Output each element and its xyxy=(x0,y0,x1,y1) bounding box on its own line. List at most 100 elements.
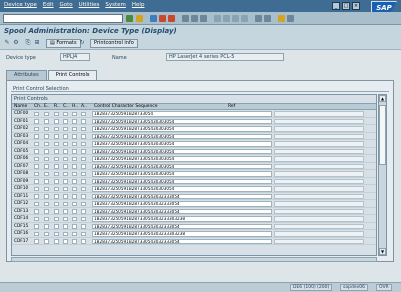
ref-field[interactable] xyxy=(274,216,364,222)
row-checkbox[interactable] xyxy=(72,126,77,131)
display-change-icon[interactable]: ✎ xyxy=(3,39,11,47)
formats-button[interactable]: ▤ Formats xyxy=(46,39,81,48)
row-checkbox[interactable] xyxy=(63,111,68,116)
row-checkbox[interactable] xyxy=(54,171,59,176)
row-checkbox[interactable] xyxy=(63,171,68,176)
control-sequence-field[interactable]: 1B28373250591B287330543032333054 xyxy=(92,193,272,199)
row-checkbox[interactable] xyxy=(81,126,86,131)
row-checkbox[interactable] xyxy=(54,216,59,221)
control-sequence-field[interactable]: 1B28373250591B287330543032333054 xyxy=(92,208,272,214)
row-checkbox[interactable] xyxy=(63,209,68,214)
help-icon[interactable] xyxy=(278,15,285,22)
ref-field[interactable] xyxy=(274,231,364,237)
table-row[interactable]: CDF16 1B28373250591B28733054303233303238 xyxy=(12,230,376,238)
menu-device-type[interactable]: Device type xyxy=(4,2,37,8)
ref-field[interactable] xyxy=(274,186,364,192)
row-checkbox[interactable] xyxy=(81,179,86,184)
row-checkbox[interactable] xyxy=(34,209,39,214)
table-row[interactable]: CDF04 1B28373250591B2873305430303054 xyxy=(12,140,376,148)
row-checkbox[interactable] xyxy=(54,186,59,191)
row-checkbox[interactable] xyxy=(63,201,68,206)
row-checkbox[interactable] xyxy=(63,149,68,154)
row-checkbox[interactable] xyxy=(81,186,86,191)
shortcut-icon[interactable] xyxy=(264,15,271,22)
scroll-down-icon[interactable]: ▼ xyxy=(379,248,386,255)
ref-field[interactable] xyxy=(274,238,364,244)
table-row[interactable]: CDF07 1B28373250591B2873305430303054 xyxy=(12,163,376,170)
row-checkbox[interactable] xyxy=(81,216,86,221)
row-checkbox[interactable] xyxy=(34,126,39,131)
row-checkbox[interactable] xyxy=(63,156,68,161)
row-checkbox[interactable] xyxy=(44,149,49,154)
control-sequence-field[interactable]: 1B28373250591B2873305430303054 xyxy=(92,141,272,147)
row-checkbox[interactable] xyxy=(63,179,68,184)
cancel-icon[interactable] xyxy=(168,15,175,22)
menu-edit[interactable]: Edit xyxy=(43,2,54,8)
row-checkbox[interactable] xyxy=(44,156,49,161)
table-row[interactable]: CDF01 1B28373250591B2873305430303054 xyxy=(12,118,376,125)
ref-field[interactable] xyxy=(274,193,364,199)
table-row[interactable]: CDF10 1B28373250591B2873305430303054 xyxy=(12,185,376,193)
ref-field[interactable] xyxy=(274,148,364,154)
row-checkbox[interactable] xyxy=(54,231,59,236)
table-row[interactable]: CDF17 1B28373250591B287330543032333054 xyxy=(12,238,376,245)
table-row[interactable]: CDF09 1B28373250591B2873305430303054 xyxy=(12,178,376,185)
control-sequence-field[interactable]: 1B28373250591B28733054303233303238 xyxy=(92,216,272,222)
command-field[interactable] xyxy=(3,14,123,23)
last-page-icon[interactable] xyxy=(241,15,248,22)
row-checkbox[interactable] xyxy=(54,111,59,116)
row-checkbox[interactable] xyxy=(72,179,77,184)
row-checkbox[interactable] xyxy=(44,201,49,206)
table-row[interactable]: CDF13 1B28373250591B287330543032333054 xyxy=(12,208,376,215)
row-checkbox[interactable] xyxy=(54,179,59,184)
where-used-icon[interactable]: ⊞ xyxy=(33,39,41,47)
row-checkbox[interactable] xyxy=(81,149,86,154)
refresh-icon[interactable]: ↻ xyxy=(78,39,86,47)
row-checkbox[interactable] xyxy=(54,201,59,206)
save-icon[interactable] xyxy=(136,15,143,22)
row-checkbox[interactable] xyxy=(54,119,59,124)
menu-system[interactable]: System xyxy=(105,2,126,8)
control-sequence-field[interactable]: 1B28373250591B2873305430303054 xyxy=(92,171,272,177)
row-checkbox[interactable] xyxy=(54,134,59,139)
row-checkbox[interactable] xyxy=(34,141,39,146)
print-icon[interactable] xyxy=(182,15,189,22)
row-checkbox[interactable] xyxy=(72,111,77,116)
row-checkbox[interactable] xyxy=(63,186,68,191)
row-checkbox[interactable] xyxy=(44,186,49,191)
row-checkbox[interactable] xyxy=(54,239,59,244)
horizontal-scrollbar[interactable] xyxy=(11,257,377,262)
ref-field[interactable] xyxy=(274,201,364,207)
first-page-icon[interactable] xyxy=(214,15,221,22)
row-checkbox[interactable] xyxy=(54,209,59,214)
row-checkbox[interactable] xyxy=(81,171,86,176)
row-checkbox[interactable] xyxy=(44,216,49,221)
row-checkbox[interactable] xyxy=(72,209,77,214)
row-checkbox[interactable] xyxy=(81,156,86,161)
ref-field[interactable] xyxy=(274,133,364,139)
control-sequence-field[interactable]: 1B28373250591B2873305430303054 xyxy=(92,148,272,154)
layout-icon[interactable] xyxy=(287,15,294,22)
maximize-icon[interactable]: □ xyxy=(342,2,350,10)
ref-field[interactable] xyxy=(274,156,364,162)
ref-field[interactable] xyxy=(274,111,364,117)
control-sequence-field[interactable]: 1B28373250591B2873305430303054 xyxy=(92,133,272,139)
table-row[interactable]: CDF02 1B28373250591B2873305430303054 xyxy=(12,125,376,133)
device-type-field[interactable]: HPLJ4 xyxy=(60,53,90,61)
row-checkbox[interactable] xyxy=(54,141,59,146)
row-checkbox[interactable] xyxy=(44,111,49,116)
row-checkbox[interactable] xyxy=(34,186,39,191)
table-row[interactable]: CDF03 1B28373250591B2873305430303054 xyxy=(12,133,376,140)
row-checkbox[interactable] xyxy=(72,171,77,176)
row-checkbox[interactable] xyxy=(44,209,49,214)
copy-icon[interactable]: ⎘ xyxy=(24,39,32,47)
row-checkbox[interactable] xyxy=(44,126,49,131)
row-checkbox[interactable] xyxy=(72,156,77,161)
row-checkbox[interactable] xyxy=(63,239,68,244)
row-checkbox[interactable] xyxy=(34,216,39,221)
row-checkbox[interactable] xyxy=(72,194,77,199)
row-checkbox[interactable] xyxy=(72,216,77,221)
row-checkbox[interactable] xyxy=(81,111,86,116)
control-sequence-field[interactable]: 1B28373250591B2873305430303054 xyxy=(92,118,272,124)
row-checkbox[interactable] xyxy=(63,231,68,236)
